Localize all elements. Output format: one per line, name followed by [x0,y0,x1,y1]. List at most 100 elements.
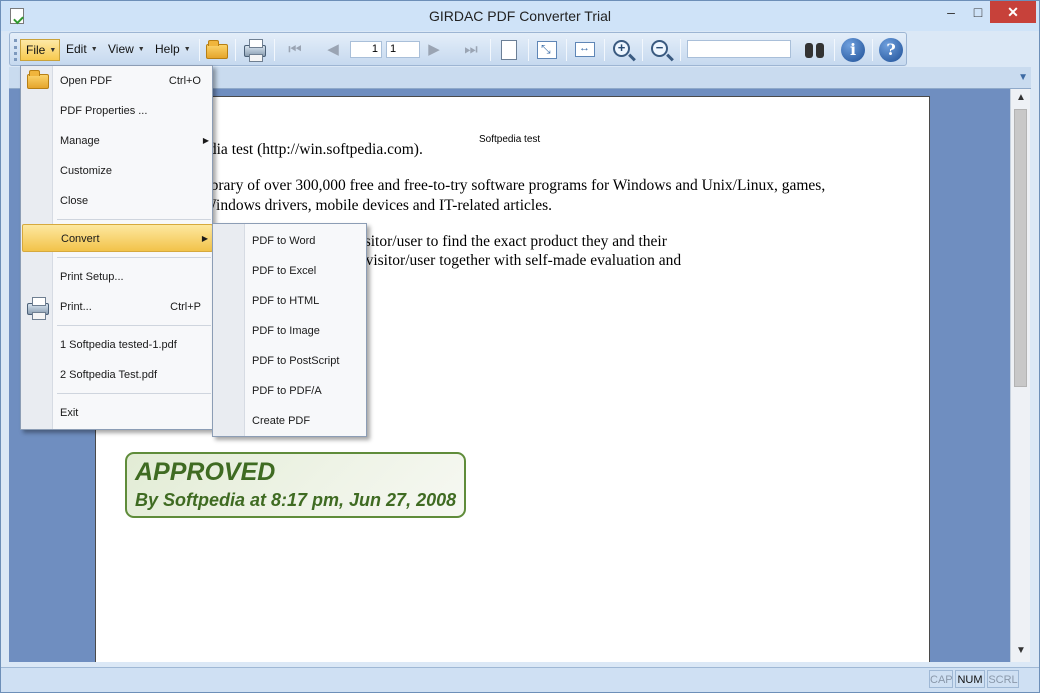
fit-page-button[interactable] [534,37,560,63]
printer-icon [26,295,50,320]
search-input[interactable] [687,40,791,58]
binoculars-icon [805,43,825,58]
menu-item-label: Create PDF [252,415,311,427]
fit-page-icon [537,41,557,59]
help-icon: ? [879,38,903,62]
menu-edit[interactable]: Edit ▼ [61,39,103,61]
info-icon: i [841,38,865,62]
menu-item-print[interactable]: Print... Ctrl+P [22,293,213,321]
menu-item-pdf-to-word[interactable]: PDF to Word [214,227,367,255]
fit-width-button[interactable] [572,37,598,63]
print-button[interactable] [242,37,268,63]
document-text-line: Windows drivers, mobile devices and IT-r… [202,197,553,214]
menu-edit-label: Edit [66,42,87,56]
close-button[interactable]: ✕ [990,1,1036,23]
num-lock-indicator: NUM [955,670,985,688]
first-page-button[interactable]: ⏮ [282,37,308,63]
open-folder-icon [26,69,50,93]
page-number-input[interactable]: 1 [350,41,382,58]
chevron-down-icon: ▼ [49,47,57,54]
menu-item-pdf-to-pdfa[interactable]: PDF to PDF/A [214,377,367,405]
menu-help[interactable]: Help ▼ [150,39,196,61]
menu-item-exit[interactable]: Exit [22,399,213,427]
tab-list-arrow-icon[interactable]: ▼ [1018,72,1028,83]
scroll-up-icon[interactable]: ▲ [1014,92,1028,106]
menu-separator [57,219,211,220]
menu-item-recent-file-1[interactable]: 1 Softpedia tested-1.pdf [22,331,213,359]
toolbar-separator [566,39,567,61]
page-count-field: 1 [386,41,420,58]
menu-item-print-setup[interactable]: Print Setup... [22,263,213,291]
menu-file[interactable]: File ▼ [20,39,60,61]
approved-stamp: APPROVED By Softpedia at 8:17 pm, Jun 27… [125,452,466,518]
scrollbar-thumb[interactable] [1014,109,1027,387]
menu-item-pdf-to-image[interactable]: PDF to Image [214,317,367,345]
menu-view[interactable]: View ▼ [103,39,150,61]
printer-icon [244,39,266,62]
open-folder-icon [206,40,228,59]
about-button[interactable]: i [840,37,866,63]
fit-width-icon [575,42,595,57]
menu-separator [57,393,211,394]
maximize-button[interactable]: □ [963,1,993,23]
menu-item-pdf-to-html[interactable]: PDF to HTML [214,287,367,315]
page-header-text: Softpedia test [479,134,541,145]
menu-item-pdf-to-postscript[interactable]: PDF to PostScript [214,347,367,375]
toolbar-grip[interactable] [14,39,17,61]
printer-graphic [27,297,49,320]
menu-item-label: Exit [60,407,79,419]
zoom-in-icon: + [613,40,630,57]
menu-item-label: PDF to PostScript [252,355,340,367]
main-toolbar: File▼ Edit▼ View▼ Help▼ ⏮ ◀ 1 1 ▶ ⏭ + − … [9,32,907,66]
minimize-button[interactable]: – [936,1,966,23]
menu-item-label: 2 Softpedia Test.pdf [60,369,158,381]
scroll-down-icon[interactable]: ▼ [1014,645,1028,659]
menu-item-label: Customize [60,165,112,177]
menu-item-label: Convert [61,233,100,245]
menu-item-customize[interactable]: Customize [22,157,213,185]
next-page-button[interactable]: ▶ [421,37,447,63]
chevron-down-icon: ▼ [183,46,191,53]
status-bar: CAP NUM SCRL [1,667,1039,692]
menu-item-label: Manage [60,135,100,147]
menu-item-recent-file-2[interactable]: 2 Softpedia Test.pdf [22,361,213,389]
toolbar-separator [490,39,491,61]
toolbar-separator [604,39,605,61]
menu-item-manage[interactable]: Manage ▶ [22,127,213,155]
menu-item-pdf-to-excel[interactable]: PDF to Excel [214,257,367,285]
menu-item-label: Print Setup... [60,271,124,283]
toolbar-separator [642,39,643,61]
open-button[interactable] [204,37,230,63]
window-title: GIRDAC PDF Converter Trial [428,8,612,24]
last-page-button[interactable]: ⏭ [458,37,484,63]
menu-view-label: View [108,42,134,56]
menu-item-create-pdf[interactable]: Create PDF [214,407,367,435]
toolbar-separator [199,39,200,61]
menu-item-shortcut: Ctrl+O [168,75,201,87]
menu-item-label: 1 Softpedia tested-1.pdf [60,339,177,351]
previous-page-button[interactable]: ◀ [320,37,346,63]
menu-item-label: PDF to Image [252,325,320,337]
menu-item-convert[interactable]: Convert ▶ [22,224,213,252]
menu-item-open-pdf[interactable]: Open PDF Ctrl+O [22,67,213,95]
toolbar-separator [834,39,835,61]
zoom-in-button[interactable]: + [610,37,636,63]
file-menu: Open PDF Ctrl+O PDF Properties ... Manag… [20,65,213,430]
document-text-line: library of over 300,000 free and free-to… [202,177,826,194]
toolbar-separator [680,39,681,61]
convert-submenu: PDF to Word PDF to Excel PDF to HTML PDF… [212,223,367,437]
menu-item-pdf-properties[interactable]: PDF Properties ... [22,97,213,125]
find-button[interactable] [802,37,828,63]
vertical-scrollbar[interactable]: ▲ ▼ [1010,89,1030,662]
menu-file-label: File [26,43,46,57]
toolbar-separator [872,39,873,61]
help-button[interactable]: ? [878,37,904,63]
single-page-button[interactable] [496,37,522,63]
zoom-out-button[interactable]: − [648,37,674,63]
title-bar: GIRDAC PDF Converter Trial – □ ✕ [1,1,1039,31]
menu-item-close[interactable]: Close [22,187,213,215]
menu-item-shortcut: Ctrl+P [170,301,201,313]
submenu-arrow-icon: ▶ [202,136,209,145]
toolbar-separator [235,39,236,61]
toolbar-separator [528,39,529,61]
